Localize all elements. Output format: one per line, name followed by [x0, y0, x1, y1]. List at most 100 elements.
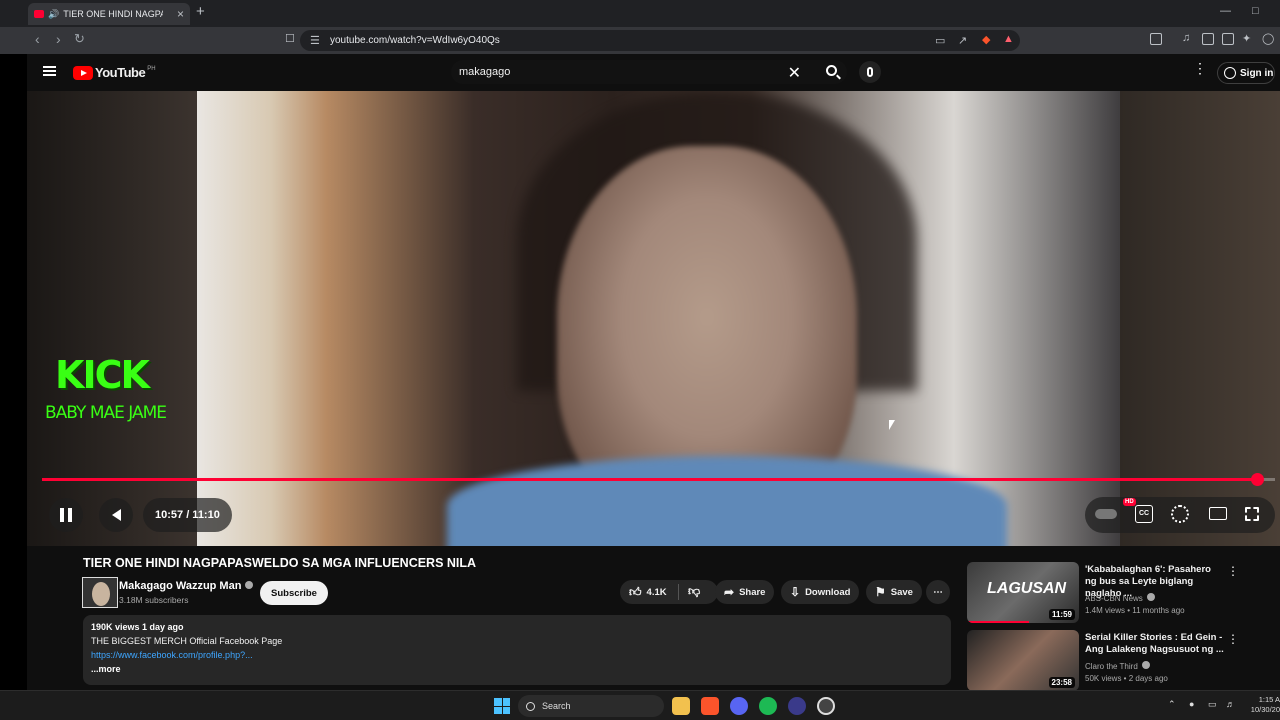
channel-avatar[interactable]	[82, 577, 118, 608]
clock-date: 10/30/20	[1250, 705, 1280, 714]
pause-icon-bar	[68, 508, 72, 522]
recommended-video[interactable]: 23:58 Serial Killer Stories : Ed Gein - …	[967, 630, 1277, 692]
spotify-icon[interactable]	[759, 697, 777, 715]
recommended-thumbnail[interactable]: 23:58	[967, 630, 1079, 691]
thumbnail-text: LAGUSAN	[987, 580, 1067, 597]
share-page-icon[interactable]: ↗	[958, 34, 967, 47]
sign-in-button[interactable]: Sign in	[1217, 62, 1275, 84]
windows-taskbar: Search ⌃ ● ▭ ♬ 1:15 A 10/30/20	[0, 690, 1280, 720]
wallet-icon[interactable]	[1222, 33, 1234, 45]
tab-title: TIER ONE HINDI NAGPAPASWELDO	[63, 9, 164, 19]
leo-ai-icon[interactable]: ✦	[1242, 32, 1251, 45]
app-circle-icon[interactable]	[817, 697, 835, 715]
description-link[interactable]: https://www.facebook.com/profile.php?...	[91, 650, 943, 660]
voice-search-button[interactable]	[859, 61, 881, 83]
thumbs-down-icon[interactable]: 👎︎	[688, 584, 700, 599]
video-player[interactable]: ES KICK BABY MAE JAME 10:57 / 11:10 CC H…	[27, 91, 1280, 546]
brave-shields-icon[interactable]: ◆	[982, 33, 990, 46]
share-button[interactable]: ➦ Share	[715, 580, 775, 604]
settings-more-icon[interactable]: ⋮	[1193, 61, 1207, 75]
sign-in-label: Sign in	[1240, 67, 1274, 79]
volume-tray-icon[interactable]: ♬	[1226, 699, 1235, 709]
file-explorer-icon[interactable]	[672, 697, 690, 715]
network-icon[interactable]: ▭	[1208, 699, 1217, 710]
video-subject-shirt	[447, 456, 1007, 546]
recommended-channel-name: Claro the Third	[1085, 662, 1138, 671]
recommended-thumbnail[interactable]: LAGUSAN 11:59	[967, 562, 1079, 623]
recommended-video[interactable]: LAGUSAN 11:59 'Kababalaghan 6': Pasahero…	[967, 562, 1277, 624]
kick-overlay-logo: KICK	[55, 353, 150, 397]
download-button[interactable]: ⇩ Download	[781, 580, 860, 604]
app-arrow-icon[interactable]	[788, 697, 806, 715]
progress-bar[interactable]	[42, 473, 1275, 486]
browser-tab[interactable]: 🔊 TIER ONE HINDI NAGPAPASWELDO ×	[28, 3, 190, 25]
taskbar-search-label: Search	[542, 701, 571, 711]
player-right-controls: CC	[1085, 497, 1275, 533]
sidebar-icon[interactable]	[1202, 33, 1214, 45]
recommended-channel[interactable]: Claro the Third	[1085, 661, 1150, 671]
subtitles-button[interactable]: CC	[1135, 505, 1153, 523]
clear-search-icon[interactable]: ✕	[788, 63, 801, 83]
country-code: PH	[147, 65, 156, 72]
pause-button[interactable]	[49, 498, 83, 532]
scrubber-handle[interactable]	[1250, 473, 1264, 486]
theater-mode-icon[interactable]	[1209, 507, 1227, 520]
settings-gear-icon[interactable]	[1171, 505, 1189, 523]
verified-icon	[1141, 661, 1150, 669]
fullscreen-icon[interactable]	[1245, 507, 1259, 521]
taskbar-search[interactable]: Search	[518, 695, 664, 717]
music-icon[interactable]: ♫	[1182, 32, 1190, 44]
video-title: TIER ONE HINDI NAGPAPASWELDO SA MGA INFL…	[83, 556, 477, 570]
windows-start-icon[interactable]	[494, 698, 510, 714]
thumbs-up-icon[interactable]: 👍︎	[629, 585, 642, 600]
account-icon	[1224, 67, 1236, 79]
recommended-more-icon[interactable]: ⋮	[1227, 632, 1239, 646]
search-icon[interactable]	[826, 65, 837, 76]
recommended-more-icon[interactable]: ⋮	[1227, 564, 1239, 578]
speaker-icon	[111, 509, 121, 521]
site-info-icon[interactable]: ☰	[310, 34, 320, 47]
subscribe-button[interactable]: Subscribe	[260, 581, 328, 605]
verified-icon	[1146, 593, 1155, 601]
save-button[interactable]: ⚑ Save	[866, 580, 922, 604]
kick-overlay-name: BABY MAE JAME	[45, 403, 167, 423]
vpn-shield-icon[interactable]: ◯	[1262, 32, 1274, 45]
time-display: 10:57 / 11:10	[143, 498, 232, 532]
description-box[interactable]: 190K views 1 day ago THE BIGGEST MERCH O…	[83, 615, 951, 685]
reload-icon[interactable]: ↻	[74, 31, 85, 47]
back-icon[interactable]: ‹	[35, 31, 40, 47]
video-duration: 11:59	[1048, 609, 1075, 620]
download-icon: ⇩	[790, 585, 801, 599]
search-input[interactable]: makagago ✕	[451, 60, 847, 84]
new-tab-icon[interactable]: +	[196, 3, 205, 20]
recommended-channel[interactable]: ABS-CBN News	[1085, 593, 1155, 603]
audio-playing-icon[interactable]: 🔊	[48, 9, 59, 20]
microphone-icon	[867, 67, 873, 77]
progress-fill	[42, 478, 1257, 481]
forward-icon[interactable]: ›	[56, 31, 61, 47]
address-bar[interactable]: ☰ youtube.com/watch?v=WdIw6yO40Qs ▭ ↗ ◆ …	[300, 30, 1020, 51]
browser-toolbar: ‹ › ↻ ☐ ☰ youtube.com/watch?v=WdIw6yO40Q…	[0, 27, 1280, 54]
discord-icon[interactable]	[730, 697, 748, 715]
cast-icon[interactable]: ▭	[935, 34, 945, 47]
minimize-icon[interactable]: —	[1220, 5, 1231, 17]
channel-name-link[interactable]: Makagago Wazzup Man	[119, 580, 254, 592]
tray-chevron-icon[interactable]: ⌃	[1168, 699, 1176, 710]
extensions-icon[interactable]	[1150, 33, 1162, 45]
recommended-title[interactable]: Serial Killer Stories : Ed Gein - Ang La…	[1085, 632, 1225, 656]
maximize-icon[interactable]: □	[1252, 5, 1259, 17]
tab-close-icon[interactable]: ×	[177, 7, 184, 21]
show-more-link[interactable]: ...more	[91, 664, 943, 674]
brave-browser-icon[interactable]	[701, 697, 719, 715]
brave-rewards-icon[interactable]: ▲	[1003, 33, 1014, 45]
bookmark-icon[interactable]: ☐	[285, 32, 295, 45]
like-count[interactable]: 4.1K	[647, 587, 667, 598]
volume-button[interactable]	[99, 498, 133, 532]
autoplay-toggle[interactable]	[1095, 509, 1117, 519]
youtube-logo[interactable]: YouTube PH	[73, 65, 156, 80]
system-clock[interactable]: 1:15 A 10/30/20	[1248, 695, 1280, 715]
microphone-tray-icon[interactable]: ●	[1189, 699, 1194, 709]
recommended-channel-name: ABS-CBN News	[1085, 594, 1143, 603]
more-actions-button[interactable]: ⋯	[926, 580, 950, 604]
menu-icon[interactable]	[43, 66, 56, 76]
